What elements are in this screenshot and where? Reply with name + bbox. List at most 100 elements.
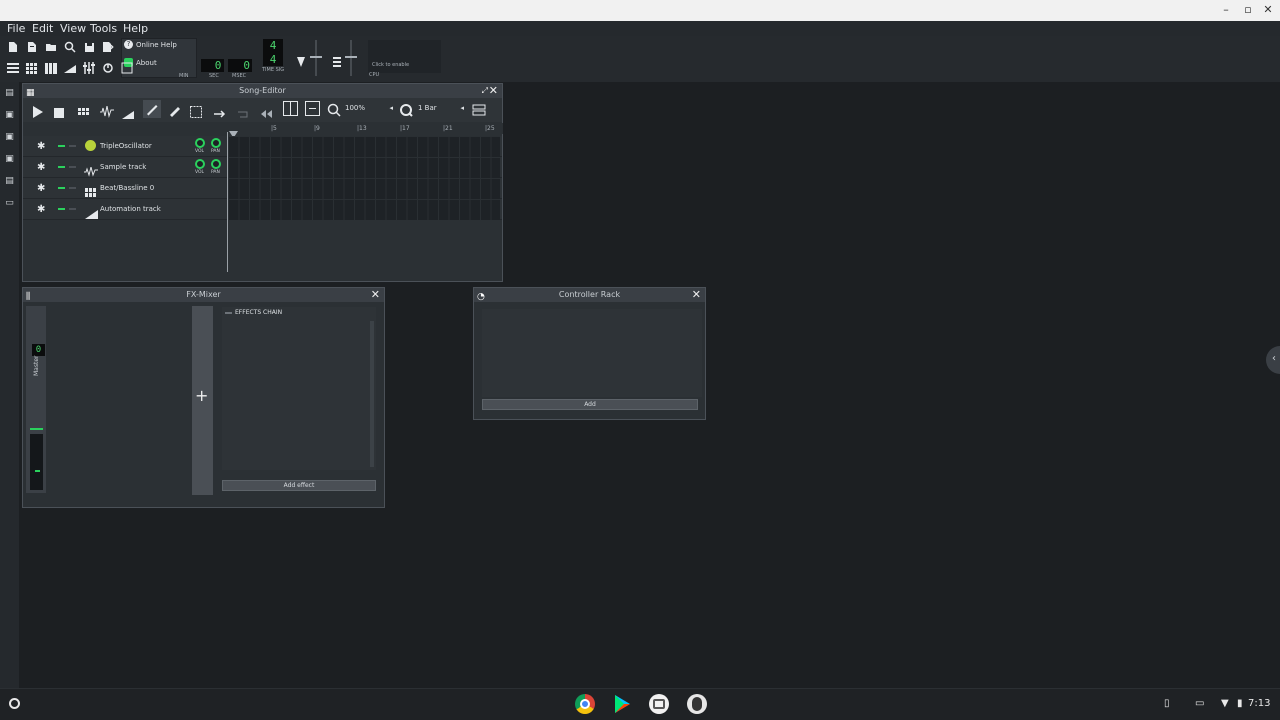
- mute-button[interactable]: [58, 187, 65, 189]
- new-from-template-icon[interactable]: [24, 39, 40, 55]
- time-sig-denominator[interactable]: 4: [263, 53, 283, 66]
- instrument-plugins-icon[interactable]: ▤: [4, 88, 15, 98]
- maximize-subwindow-icon[interactable]: ⤢: [482, 84, 488, 98]
- stop-behaviour-icon[interactable]: [260, 104, 273, 118]
- track-name[interactable]: Beat/Bassline 0: [100, 184, 154, 192]
- my-samples-icon[interactable]: ▣: [4, 132, 15, 142]
- menu-edit[interactable]: Edit: [32, 22, 53, 35]
- close-window-button[interactable]: ✕: [1258, 3, 1278, 16]
- maximize-button[interactable]: ▫: [1238, 3, 1258, 16]
- fx-mixer-icon[interactable]: [81, 60, 97, 76]
- close-icon[interactable]: ✕: [692, 288, 701, 302]
- zoom-select[interactable]: 100% ◂: [345, 104, 393, 116]
- add-beat-bassline-icon[interactable]: [78, 104, 90, 116]
- stop-icon[interactable]: [54, 104, 65, 118]
- song-editor-icon[interactable]: [5, 60, 21, 76]
- effects-chain-toggle[interactable]: [225, 312, 232, 314]
- automation-editor-icon[interactable]: [62, 60, 78, 76]
- draw-mode-icon[interactable]: [143, 100, 161, 118]
- piano-roll-icon[interactable]: [43, 60, 59, 76]
- loop-points-icon[interactable]: [237, 104, 250, 118]
- master-volume-slider[interactable]: [308, 40, 324, 76]
- edit-mode-icon[interactable]: [168, 102, 182, 117]
- track-name[interactable]: TripleOscillator: [100, 142, 152, 150]
- battery-icon[interactable]: ▮: [1237, 698, 1243, 709]
- song-editor-titlebar[interactable]: ▦ Song-Editor ⤢ ✕: [23, 84, 502, 98]
- add-effect-button[interactable]: Add effect: [222, 480, 376, 491]
- remove-bar-icon[interactable]: [305, 101, 320, 116]
- track-name[interactable]: Automation track: [100, 205, 161, 213]
- add-automation-track-icon[interactable]: [122, 104, 134, 119]
- menu-help[interactable]: Help: [123, 22, 148, 35]
- wifi-icon[interactable]: ▼: [1221, 698, 1229, 709]
- gear-icon[interactable]: ✱: [37, 183, 45, 194]
- open-project-icon[interactable]: [43, 39, 59, 55]
- controller-rack-titlebar[interactable]: ◔ Controller Rack ✕: [474, 288, 705, 302]
- master-pitch-slider[interactable]: [343, 40, 359, 76]
- solo-button[interactable]: [69, 166, 76, 168]
- menu-item-online-help[interactable]: ? Online Help: [124, 40, 177, 49]
- close-icon[interactable]: ✕: [489, 84, 498, 98]
- master-pitch-icon[interactable]: [333, 52, 341, 67]
- project-notes-icon[interactable]: [119, 60, 135, 76]
- volume-knob[interactable]: [195, 138, 205, 148]
- controller-rack-icon[interactable]: [100, 60, 116, 76]
- mute-button[interactable]: [58, 166, 65, 168]
- playhead-marker-icon[interactable]: [229, 123, 238, 138]
- play-icon[interactable]: [32, 103, 44, 118]
- solo-button[interactable]: [69, 208, 76, 210]
- master-fader-handle[interactable]: [30, 428, 43, 430]
- gear-icon[interactable]: ✱: [37, 162, 45, 173]
- snap-select[interactable]: 1 Bar ◂: [418, 104, 464, 116]
- gear-icon[interactable]: ✱: [37, 141, 45, 152]
- root-directory-icon[interactable]: ▭: [4, 198, 15, 208]
- linux-terminal-app-icon[interactable]: [687, 694, 707, 714]
- screen-capture-icon[interactable]: ▭: [1195, 698, 1204, 709]
- solo-button[interactable]: [69, 187, 76, 189]
- my-projects-icon[interactable]: ▣: [4, 110, 15, 120]
- my-home-icon[interactable]: ▤: [4, 176, 15, 186]
- add-sample-track-icon[interactable]: [100, 103, 114, 118]
- insert-bar-icon[interactable]: [283, 101, 298, 116]
- new-channel-button[interactable]: +: [192, 306, 213, 495]
- phone-hub-icon[interactable]: ▯: [1164, 698, 1170, 709]
- files-app-icon[interactable]: [649, 694, 669, 714]
- close-icon[interactable]: ✕: [371, 288, 380, 302]
- recent-projects-icon[interactable]: [62, 39, 78, 55]
- pan-knob[interactable]: [211, 159, 221, 169]
- menu-tools[interactable]: Tools: [90, 22, 117, 35]
- play-store-app-icon[interactable]: [612, 694, 632, 714]
- proportional-snap-icon[interactable]: [472, 102, 486, 116]
- fx-mixer-titlebar[interactable]: ⫼ FX-Mixer ✕: [23, 288, 384, 302]
- beat-bassline-editor-icon[interactable]: [24, 60, 40, 76]
- pattern-grid[interactable]: [228, 136, 500, 220]
- auto-scroll-icon[interactable]: [214, 104, 227, 118]
- my-presets-icon[interactable]: ▣: [4, 154, 15, 164]
- select-mode-icon[interactable]: [190, 103, 202, 118]
- menu-view[interactable]: View: [60, 22, 86, 35]
- master-volume-icon[interactable]: [297, 52, 305, 67]
- solo-button[interactable]: [69, 145, 76, 147]
- volume-knob[interactable]: [195, 159, 205, 169]
- save-project-icon[interactable]: [81, 39, 97, 55]
- master-fader-knob[interactable]: [35, 470, 40, 472]
- edge-drawer-handle[interactable]: ‹: [1266, 346, 1280, 374]
- export-project-icon[interactable]: [100, 39, 116, 55]
- menu-file[interactable]: File: [7, 22, 25, 35]
- time-sig-numerator[interactable]: 4: [263, 39, 283, 53]
- track-name[interactable]: Sample track: [100, 163, 146, 171]
- effects-scrollbar[interactable]: [370, 321, 374, 467]
- pan-knob[interactable]: [211, 138, 221, 148]
- cpu-oscilloscope[interactable]: [368, 40, 441, 73]
- mute-button[interactable]: [58, 208, 65, 210]
- add-controller-button[interactable]: Add: [482, 399, 698, 410]
- timeline-ruler[interactable]: |5 |9 |13 |17 |21 |25: [228, 123, 503, 138]
- master-channel-strip[interactable]: 0 Master: [26, 306, 46, 493]
- new-project-icon[interactable]: [5, 39, 21, 55]
- mute-button[interactable]: [58, 145, 65, 147]
- minimize-button[interactable]: –: [1216, 3, 1236, 16]
- gear-icon[interactable]: ✱: [37, 204, 45, 215]
- clock-time[interactable]: 7:13: [1248, 698, 1270, 709]
- chrome-app-icon[interactable]: [575, 694, 595, 714]
- launcher-button[interactable]: [9, 698, 20, 709]
